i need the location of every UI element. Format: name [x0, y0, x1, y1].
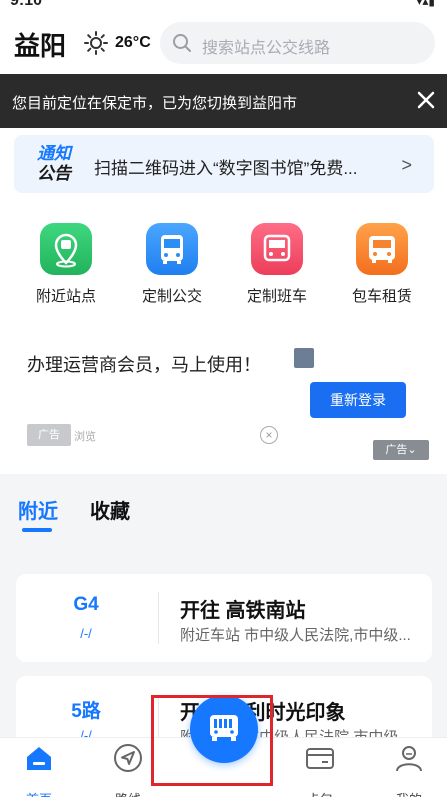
- nav-home[interactable]: 首页: [9, 742, 69, 797]
- card-icon: [306, 748, 334, 769]
- search-icon: [173, 34, 191, 52]
- ad-browse-label: 浏览: [74, 431, 96, 443]
- home-icon: [27, 747, 51, 770]
- route-number: G4: [73, 594, 99, 615]
- ad-close-icon[interactable]: ×: [260, 426, 278, 444]
- signal-icon: ▾▴▮: [416, 0, 435, 8]
- tab-nearby[interactable]: 附近: [18, 495, 58, 524]
- city-selector[interactable]: 益阳: [14, 26, 66, 63]
- tab-favorites[interactable]: 收藏: [90, 495, 130, 524]
- service-custom-shuttle[interactable]: 定制班车: [232, 223, 322, 306]
- search-placeholder: 搜索站点公交线路: [202, 40, 331, 57]
- chevron-right-icon: >: [401, 155, 412, 175]
- location-toast: 您目前定位在保定市，已为您切换到益阳市: [0, 74, 447, 128]
- notice-text: 扫描二维码进入“数字图书馆”免费...: [94, 159, 358, 178]
- custom-shuttle-icon: [251, 223, 303, 275]
- notice-banner[interactable]: 通知 公告 扫描二维码进入“数字图书馆”免费... >: [14, 135, 434, 193]
- temperature: 26°C: [115, 34, 151, 51]
- nearby-stop-icon: [40, 223, 92, 275]
- ad-tag: 广告: [27, 424, 71, 446]
- route-destination: 开往 高铁南站: [180, 600, 306, 622]
- service-charter[interactable]: 包车租赁: [337, 223, 427, 306]
- service-nearby-stop[interactable]: 附近站点: [21, 223, 111, 306]
- ad-banner[interactable]: 办理运营商会员，马上使用！ 重新登录 广告 浏览 × 广告⌄: [0, 316, 447, 474]
- toast-message: 您目前定位在保定市，已为您切换到益阳市: [12, 95, 298, 112]
- status-time: 9:10: [10, 0, 43, 9]
- nav-mine[interactable]: 我的: [379, 742, 439, 797]
- route-eta: /-/: [80, 626, 92, 641]
- nav-routes[interactable]: 路线: [98, 742, 158, 797]
- highlight-box: [151, 695, 273, 786]
- tab-bar: 附近 收藏: [0, 474, 447, 554]
- close-icon[interactable]: [415, 89, 437, 111]
- custom-bus-icon: [146, 223, 198, 275]
- search-input[interactable]: 搜索站点公交线路: [160, 22, 435, 64]
- status-bar: 9:10 ▾▴▮: [0, 0, 447, 12]
- ad-badge[interactable]: 广告⌄: [373, 440, 429, 460]
- route-nearby-stop: 附近车站 市中级人民法院,市中级...: [180, 627, 411, 644]
- divider: [158, 592, 159, 644]
- list-item[interactable]: G4 /-/ 开往 高铁南站 附近车站 市中级人民法院,市中级...: [16, 574, 432, 662]
- nav-wallet[interactable]: 卡包: [290, 742, 350, 797]
- service-grid: 附近站点 定制公交 定制班车 包车租赁: [0, 210, 447, 316]
- route-number: 5路: [71, 701, 101, 722]
- ad-headline: 办理运营商会员，马上使用！: [27, 355, 261, 375]
- avatar: [294, 348, 314, 368]
- notice-section: 通知 公告 扫描二维码进入“数字图书馆”免费... >: [0, 128, 447, 210]
- navigation-icon: [114, 744, 142, 772]
- charter-bus-icon: [356, 223, 408, 275]
- notice-tag: 通知 公告: [37, 144, 71, 183]
- user-icon: [396, 746, 422, 772]
- sun-icon: [84, 31, 108, 55]
- tab-indicator: [22, 528, 52, 532]
- header: 益阳 26°C 搜索站点公交线路: [0, 12, 447, 74]
- relogin-button[interactable]: 重新登录: [310, 382, 406, 418]
- service-custom-bus[interactable]: 定制公交: [127, 223, 217, 306]
